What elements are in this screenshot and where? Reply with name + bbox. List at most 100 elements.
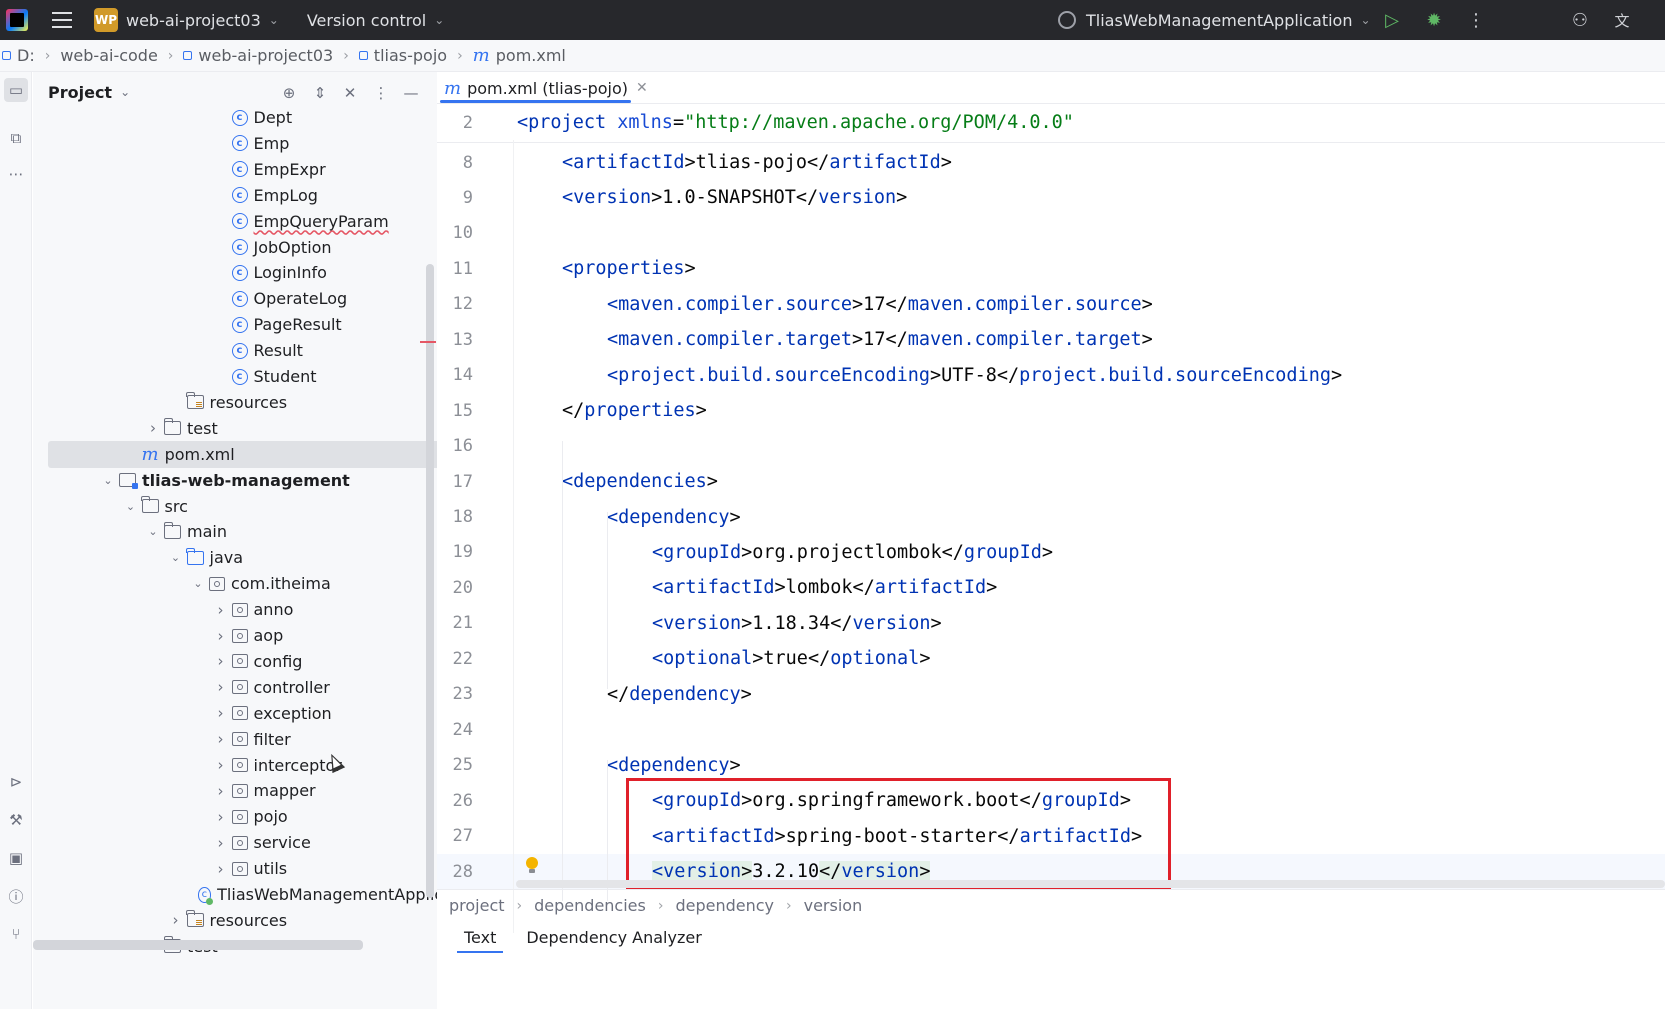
locate-file-icon[interactable]: ⊕	[278, 82, 300, 104]
chevron-down-icon[interactable]: ⌄	[120, 85, 130, 99]
problems-tool-icon[interactable]: ⓘ	[4, 884, 28, 908]
tree-item-operatelog[interactable]: c OperateLog	[33, 285, 453, 312]
code-line[interactable]: 12 <maven.compiler.source>17</maven.compi…	[437, 287, 1665, 322]
code-line[interactable]: 20 <artifactId>lombok</artifactId>	[437, 570, 1665, 605]
editor-horizontal-scrollbar[interactable]	[516, 880, 1665, 888]
code-line[interactable]: 23 </dependency>	[437, 677, 1665, 712]
terminal-tool-icon[interactable]: ▣	[4, 846, 28, 870]
code-line[interactable]: 10	[437, 216, 1665, 251]
project-badge[interactable]: WP	[94, 8, 118, 32]
more-actions-icon[interactable]: ⋮	[1464, 8, 1488, 32]
code-line[interactable]: 16	[437, 429, 1665, 464]
tree-item-emp[interactable]: c Emp	[33, 130, 453, 157]
tree-item-empqueryparam[interactable]: c EmpQueryParam	[33, 208, 453, 235]
code-line[interactable]: 15 </properties>	[437, 393, 1665, 428]
breadcrumb-folder[interactable]: web-ai-code	[60, 46, 157, 65]
expand-arrow-icon[interactable]: ›	[214, 756, 228, 774]
tree-horizontal-scrollbar[interactable]	[33, 940, 363, 950]
breadcrumb-file[interactable]: m pom.xml	[473, 45, 566, 66]
chevron-down-icon[interactable]: ⌄	[269, 13, 279, 27]
tree-item-filter[interactable]: › filter	[33, 726, 453, 753]
tree-item-mapper[interactable]: › mapper	[33, 777, 453, 804]
tree-item-joboption[interactable]: c JobOption	[33, 234, 453, 261]
code-line[interactable]: 18 <dependency>	[437, 500, 1665, 535]
run-icon[interactable]: ▷	[1380, 8, 1404, 32]
chevron-down-icon[interactable]: ⌄	[434, 13, 444, 27]
tree-item-empexpr[interactable]: c EmpExpr	[33, 156, 453, 183]
expand-arrow-icon[interactable]: ›	[214, 601, 228, 619]
close-icon[interactable]: ✕	[636, 80, 648, 96]
tree-item-utils[interactable]: › utils	[33, 855, 453, 882]
vcs-menu[interactable]: Version control	[307, 11, 426, 30]
main-menu-icon[interactable]	[52, 12, 72, 28]
tree-item-tlias-web-management[interactable]: ⌄ tlias-web-management	[33, 467, 453, 494]
code-line[interactable]: 22 <optional>true</optional>	[437, 641, 1665, 676]
tree-item-tliaswebmanagementapplica[interactable]: c TliasWebManagementApplica	[33, 881, 453, 908]
expand-arrow-icon[interactable]: ›	[214, 730, 228, 748]
code-line[interactable]: 11 <properties>	[437, 251, 1665, 286]
breadcrumb-xml-dependency[interactable]: dependency	[675, 896, 774, 915]
breadcrumb-xml-dependencies[interactable]: dependencies	[534, 896, 646, 915]
breadcrumb-drive[interactable]: D:	[2, 46, 35, 65]
project-switcher[interactable]: web-ai-project03	[126, 11, 261, 30]
tree-item-resources[interactable]: › resources	[33, 907, 453, 934]
tree-item-test[interactable]: › test	[33, 415, 453, 442]
code-line[interactable]: 9 <version>1.0-SNAPSHOT</version>	[437, 180, 1665, 215]
services-tool-icon[interactable]: ⊳	[4, 770, 28, 794]
tree-item-controller[interactable]: › controller	[33, 674, 453, 701]
collapse-arrow-icon[interactable]: ⌄	[191, 577, 205, 590]
expand-arrow-icon[interactable]: ›	[214, 704, 228, 722]
debug-icon[interactable]: ✹	[1422, 8, 1446, 32]
add-user-icon[interactable]: ⚇	[1568, 8, 1592, 32]
code-line[interactable]: 8 <artifactId>tlias-pojo</artifactId>	[437, 145, 1665, 180]
tree-item-resources[interactable]: resources	[33, 389, 453, 416]
code-line[interactable]: 24	[437, 712, 1665, 747]
intention-bulb-icon[interactable]	[525, 857, 539, 875]
build-tool-icon[interactable]: ⚒	[4, 808, 28, 832]
expand-arrow-icon[interactable]: ›	[214, 627, 228, 645]
code-line[interactable]: 17 <dependencies>	[437, 464, 1665, 499]
breadcrumb-project[interactable]: web-ai-project03	[183, 46, 333, 65]
code-line[interactable]: 19 <groupId>org.projectlombok</groupId>	[437, 535, 1665, 570]
expand-arrow-icon[interactable]: ›	[214, 782, 228, 800]
expand-arrow-icon[interactable]: ›	[214, 834, 228, 852]
tree-item-result[interactable]: c Result	[33, 337, 453, 364]
tree-scrollbar[interactable]	[426, 264, 434, 898]
tree-item-anno[interactable]: › anno	[33, 596, 453, 623]
tree-item-java[interactable]: ⌄ java	[33, 544, 453, 571]
tree-item-config[interactable]: › config	[33, 648, 453, 675]
collapse-arrow-icon[interactable]: ⌄	[169, 551, 183, 564]
code-line[interactable]: 21 <version>1.18.34</version>	[437, 606, 1665, 641]
collapse-all-icon[interactable]: ✕	[339, 82, 361, 104]
expand-arrow-icon[interactable]: ›	[146, 419, 160, 437]
expand-arrow-icon[interactable]: ›	[214, 678, 228, 696]
project-tool-icon[interactable]: ▭	[4, 78, 28, 102]
tree-item-pageresult[interactable]: c PageResult	[33, 311, 453, 338]
expand-all-icon[interactable]: ⇕	[309, 82, 331, 104]
expand-arrow-icon[interactable]: ›	[214, 860, 228, 878]
git-tool-icon[interactable]: ⑂	[4, 922, 28, 946]
tree-item-student[interactable]: c Student	[33, 363, 453, 390]
tree-item-aop[interactable]: › aop	[33, 622, 453, 649]
translate-icon[interactable]: 文	[1610, 8, 1634, 32]
tree-item-service[interactable]: › service	[33, 829, 453, 856]
project-panel-title[interactable]: Project	[48, 83, 112, 102]
tree-item-main[interactable]: ⌄ main	[33, 518, 453, 545]
run-config-selector[interactable]: TliasWebManagementApplication ⌄	[1058, 0, 1371, 40]
code-line[interactable]: 14 <project.build.sourceEncoding>UTF-8</p…	[437, 358, 1665, 393]
tab-dependency-analyzer[interactable]: Dependency Analyzer	[511, 921, 716, 953]
collapse-arrow-icon[interactable]: ⌄	[101, 474, 115, 487]
tree-item-logininfo[interactable]: c LoginInfo	[33, 259, 453, 286]
expand-arrow-icon[interactable]: ›	[214, 652, 228, 670]
tree-item-emplog[interactable]: c EmpLog	[33, 182, 453, 209]
structure-tool-icon[interactable]: ⧉	[4, 126, 28, 150]
tree-item-pom-xml[interactable]: m pom.xml	[48, 440, 446, 468]
collapse-arrow-icon[interactable]: ⌄	[124, 500, 138, 513]
intellij-logo-icon[interactable]	[6, 9, 28, 31]
breadcrumb-xml-version[interactable]: version	[804, 896, 863, 915]
breadcrumb-module[interactable]: tlias-pojo	[358, 46, 447, 65]
sticky-line[interactable]: 2 <project xmlns="http://maven.apache.org…	[437, 105, 1665, 140]
tree-item-src[interactable]: ⌄ src	[33, 493, 453, 520]
tab-text[interactable]: Text	[449, 921, 511, 953]
tree-item-pojo[interactable]: › pojo	[33, 803, 453, 830]
